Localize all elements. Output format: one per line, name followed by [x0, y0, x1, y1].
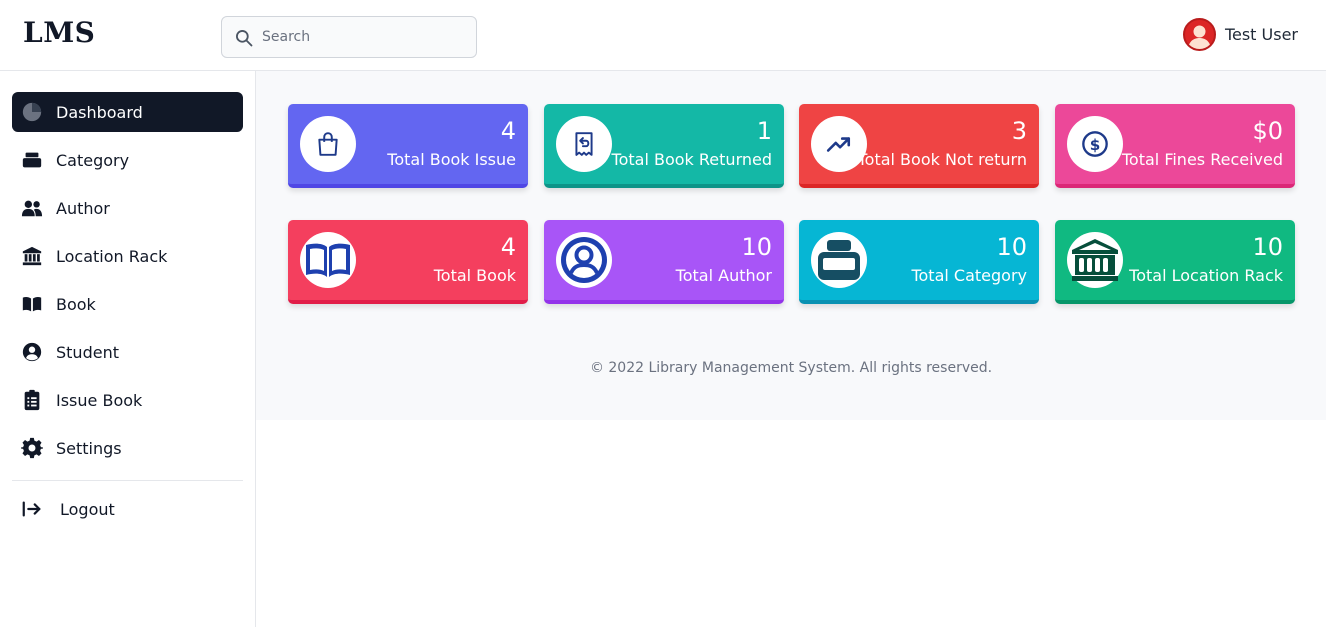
user-circle-icon	[556, 232, 612, 288]
sidebar-item-category[interactable]: Category	[12, 140, 243, 180]
stat-value: $0	[1252, 117, 1283, 145]
sidebar-item-issue-book[interactable]: Issue Book	[12, 380, 243, 420]
stat-label: Total Author	[675, 266, 772, 285]
search-input[interactable]	[262, 17, 472, 57]
top-header: LMS Test User	[0, 0, 1326, 71]
sidebar-item-author[interactable]: Author	[12, 188, 243, 228]
sidebar-divider	[12, 480, 243, 481]
stat-card-total-book[interactable]: 4 Total Book	[288, 220, 528, 304]
stat-card-total-location-rack[interactable]: 10 Total Location Rack	[1055, 220, 1295, 304]
stat-value: 4	[500, 233, 516, 261]
stat-label: Total Category	[911, 266, 1027, 285]
open-book-icon	[21, 293, 43, 315]
users-icon	[21, 197, 43, 219]
layers-icon	[21, 149, 43, 171]
sidebar-item-label: Book	[56, 294, 96, 314]
stat-card-total-book-issue[interactable]: 4 Total Book Issue	[288, 104, 528, 188]
open-book-icon	[300, 232, 356, 288]
gear-icon	[21, 437, 43, 459]
sidebar-item-label: Issue Book	[56, 390, 143, 410]
stat-value: 4	[500, 117, 516, 145]
stat-card-total-book-not-return[interactable]: 3 Total Book Not return	[799, 104, 1039, 188]
stat-value: 3	[1011, 117, 1027, 145]
stat-label: Total Book	[433, 266, 516, 285]
sidebar-item-label: Category	[56, 150, 130, 170]
sidebar-item-label: Location Rack	[56, 246, 168, 266]
receipt-refund-icon	[556, 116, 612, 172]
sidebar-item-label: Settings	[56, 438, 122, 458]
user-avatar-icon	[1187, 25, 1211, 49]
search-box[interactable]	[221, 16, 477, 58]
avatar[interactable]	[1182, 18, 1216, 51]
stat-label: Total Location Rack	[1129, 266, 1283, 285]
building-columns-icon	[21, 245, 43, 267]
sidebar-item-dashboard[interactable]: Dashboard	[12, 92, 243, 132]
sidebar-item-settings[interactable]: Settings	[12, 428, 243, 468]
layers-icon	[811, 232, 867, 288]
sidebar-item-location-rack[interactable]: Location Rack	[12, 236, 243, 276]
logout-button[interactable]: Logout	[12, 489, 243, 529]
pie-chart-icon	[21, 101, 43, 123]
user-menu[interactable]: Test User	[1182, 18, 1298, 51]
building-columns-icon	[1067, 232, 1123, 288]
stat-label: Total Book Returned	[611, 150, 772, 169]
stat-label: Total Book Issue	[387, 150, 516, 169]
stat-label: Total Book Not return	[857, 150, 1027, 169]
shopping-bag-icon	[300, 116, 356, 172]
stat-card-total-category[interactable]: 10 Total Category	[799, 220, 1039, 304]
stat-value: 10	[741, 233, 772, 261]
sidebar-item-label: Dashboard	[56, 102, 143, 122]
logout-icon	[21, 498, 43, 520]
stat-value: 10	[1252, 233, 1283, 261]
svg-text:$: $	[1090, 136, 1101, 154]
sidebar-item-label: Author	[56, 198, 110, 218]
stat-value: 10	[996, 233, 1027, 261]
stat-label: Total Fines Received	[1121, 150, 1283, 169]
user-circle-icon	[21, 341, 43, 363]
stat-card-total-author[interactable]: 10 Total Author	[544, 220, 784, 304]
sidebar-item-student[interactable]: Student	[12, 332, 243, 372]
stat-value: 1	[756, 117, 772, 145]
user-name: Test User	[1224, 25, 1298, 44]
dollar-circle-icon: $	[1067, 116, 1123, 172]
search-icon	[236, 30, 253, 47]
sidebar-item-book[interactable]: Book	[12, 284, 243, 324]
sidebar: Dashboard Category Author Location Rack …	[0, 71, 256, 627]
clipboard-list-icon	[21, 389, 43, 411]
logout-label: Logout	[60, 499, 115, 519]
main-content: 4 Total Book Issue 1 Total Book Returned…	[256, 71, 1326, 420]
footer-copyright: © 2022 Library Management System. All ri…	[589, 360, 993, 376]
sidebar-item-label: Student	[56, 342, 119, 362]
app-logo[interactable]: LMS	[23, 16, 95, 49]
stat-card-total-book-returned[interactable]: 1 Total Book Returned	[544, 104, 784, 188]
stat-card-total-fines-received[interactable]: $ $0 Total Fines Received	[1055, 104, 1295, 188]
